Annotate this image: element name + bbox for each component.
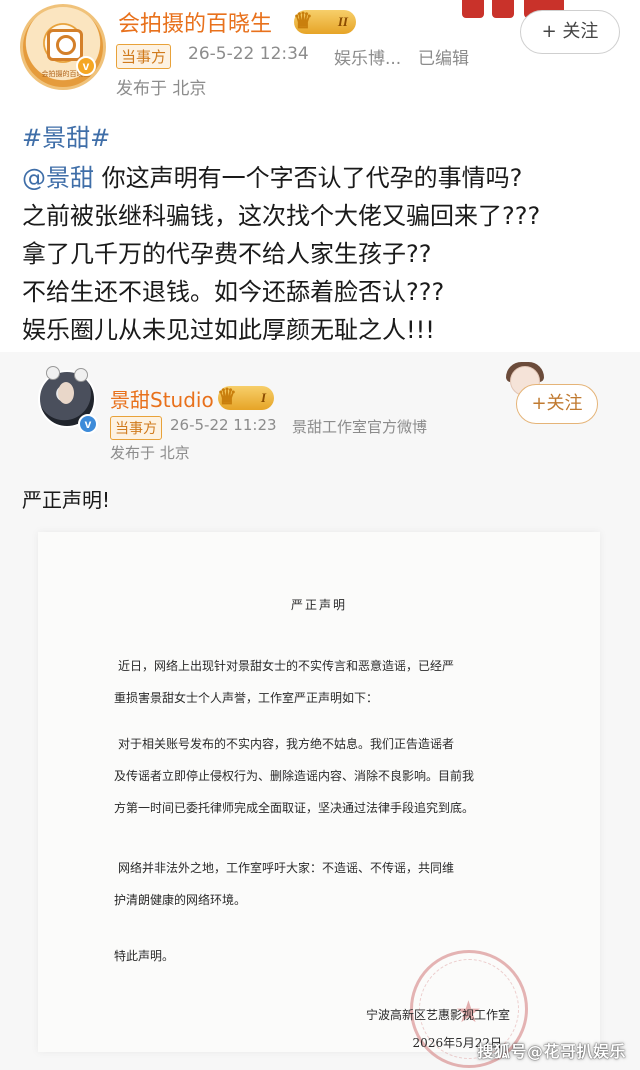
hashtag-link[interactable]: #景甜# <box>22 118 110 153</box>
post-line-1: @景甜 你这声明有一个字否认了代孕的事情吗? <box>22 158 522 193</box>
party-tag: 当事方 <box>116 44 172 69</box>
post-line-2: 之前被张继科骗钱，这次找个大佬又骗回来了??? <box>22 202 541 230</box>
author-avatar[interactable]: 会拍摄的百晓生 <box>20 4 106 90</box>
author-name[interactable]: 会拍摄的百晓生 <box>118 6 272 38</box>
post-line-4: 不给生还不退钱。如今还舔着脸否认??? <box>22 278 445 306</box>
document-paragraph-2-line-2: 及传谣者立即停止侵权行为、删除造谣内容、消除不良影响。目前我 <box>114 769 475 783</box>
verified-icon: v <box>76 56 96 76</box>
verified-icon: v <box>78 414 98 434</box>
repost-text: 严正声明! <box>22 488 111 512</box>
crown-icon: ♛ <box>293 8 313 33</box>
post-time: 26-5-22 12:34 <box>188 44 309 64</box>
member-level-badge[interactable]: ♛ I <box>217 384 274 410</box>
document-paragraph-3-line-1: 网络并非法外之地，工作室呼吁大家：不造谣、不传谣，共同维 <box>118 861 455 875</box>
post-line-3: 拿了几千万的代孕费不给人家生孩子?? <box>22 240 432 268</box>
post-location: 发布于 北京 <box>116 79 207 99</box>
document-closing: 特此声明。 <box>114 949 175 963</box>
post-line-1-text: 你这声明有一个字否认了代孕的事情吗? <box>94 164 523 192</box>
level-label: II <box>337 14 348 29</box>
follow-button[interactable]: +关注 <box>516 384 598 424</box>
follow-button[interactable]: + 关注 <box>520 10 620 54</box>
crown-icon: ♛ <box>217 384 237 409</box>
document-paragraph-1-line-1: 近日，网络上出现针对景甜女士的不实传言和恶意造谣，已经严 <box>118 659 455 673</box>
post-source[interactable]: 娱乐博... <box>334 44 401 69</box>
statement-document-image[interactable]: 严正声明 近日，网络上出现针对景甜女士的不实传言和恶意造谣，已经严 重损害景甜女… <box>38 532 600 1068</box>
party-tag: 当事方 <box>110 416 162 440</box>
member-level-badge[interactable]: ♛ II <box>293 8 356 34</box>
document-signature: 宁波高新区艺惠影视工作室 <box>365 1008 510 1022</box>
post-time: 26-5-22 11:23 <box>170 416 277 434</box>
level-label: I <box>260 390 266 405</box>
document-paragraph-3-line-2: 护清朗健康的网络环境。 <box>114 893 247 907</box>
document-title: 严正声明 <box>290 598 347 612</box>
post-location: 发布于 北京 <box>110 444 190 462</box>
mention-link[interactable]: @景甜 <box>22 164 94 192</box>
document-paragraph-2-line-1: 对于相关账号发布的不实内容，我方绝不姑息。我们正告造谣者 <box>118 737 455 751</box>
document-paragraph-2-line-3: 方第一时间已委托律师完成全面取证，坚决通过法律手段追究到底。 <box>114 801 475 815</box>
edited-label[interactable]: 已编辑 <box>418 44 469 69</box>
camera-lens-icon <box>56 35 76 55</box>
post-line-5: 娱乐圈儿从未见过如此厚颜无耻之人!!! <box>22 316 435 344</box>
source-watermark: 搜狐号@花哥扒娱乐 <box>477 1042 626 1061</box>
repost-author-name[interactable]: 景甜Studio <box>110 384 214 413</box>
post-source[interactable]: 景甜工作室官方微博 <box>292 416 427 437</box>
document-paragraph-1-line-2: 重损害景甜女士个人声誉，工作室严正声明如下： <box>114 691 379 705</box>
